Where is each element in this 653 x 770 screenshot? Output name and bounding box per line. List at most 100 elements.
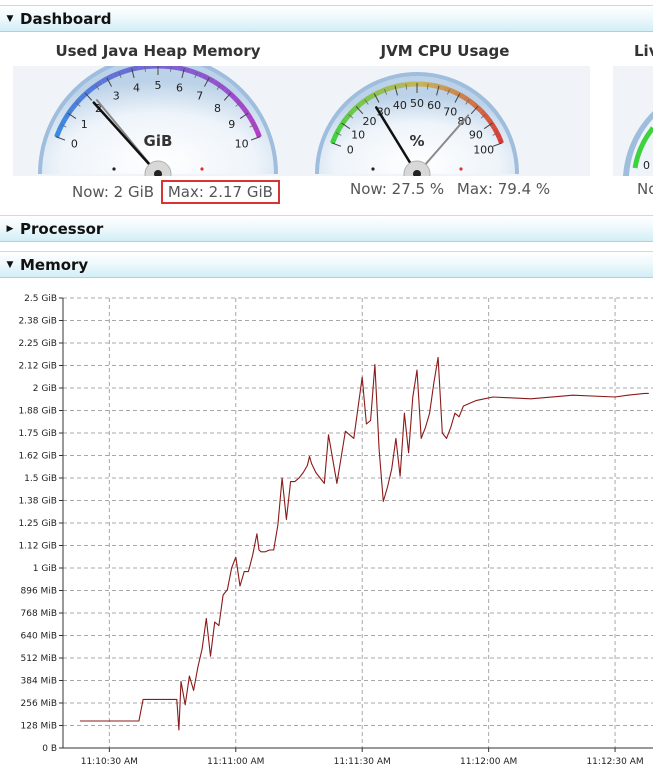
gauge-max-heap: Max: 2.17 GiB <box>160 180 280 204</box>
gauge-arc-segment <box>347 109 355 117</box>
gauge-tick-label: 10 <box>235 137 249 150</box>
gauge-arc-segment <box>201 73 210 81</box>
gauge-tick-label: 90 <box>469 128 483 141</box>
gauge-arc-segment <box>66 106 75 115</box>
section-header-memory[interactable]: ▼ Memory <box>0 251 653 278</box>
y-tick-label: 384 MiB <box>21 677 57 687</box>
gauge-arc-segment <box>467 98 475 106</box>
gauge-arc-segment <box>337 122 345 130</box>
gauge-now-heap: Now: 2 GiB <box>72 183 155 201</box>
gauge-readout-third: No <box>637 180 653 198</box>
y-tick-label: 896 MiB <box>21 587 57 597</box>
gauge-now-third: No <box>637 180 653 198</box>
gauge-dot <box>371 167 375 171</box>
y-tick-label: 640 MiB <box>21 632 57 642</box>
gauge-tick-label: 3 <box>113 89 120 102</box>
x-tick-label: 11:11:30 AM <box>334 757 391 767</box>
gauge-arc-segment <box>112 70 121 78</box>
gauge-arc-segment <box>332 131 340 140</box>
gauge-third: 0 <box>613 66 653 176</box>
gauge-tick-label: 9 <box>228 118 235 131</box>
gauge-tick-label: 4 <box>133 82 140 95</box>
triangle-right-icon[interactable]: ▶ <box>0 224 20 234</box>
gauge-arc-segment <box>330 137 337 145</box>
y-tick-label: 2.25 GiB <box>18 339 57 349</box>
gauge-arc-segment <box>223 87 232 96</box>
gauge-arc-segment <box>359 98 367 106</box>
gauge-arc-segment <box>144 66 152 70</box>
gauge-arc-segment <box>254 129 262 138</box>
y-tick-label: 768 MiB <box>21 609 57 619</box>
gauge-arc-segment <box>438 84 445 91</box>
y-tick-label: 2.38 GiB <box>18 317 57 327</box>
gauge-tick-label: 7 <box>196 89 203 102</box>
gauge-tick-label: 5 <box>155 79 162 92</box>
gauge-arc-segment <box>207 76 216 85</box>
gauge-tick-label: 0 <box>347 144 354 157</box>
y-tick-label: 1 GiB <box>33 564 57 574</box>
gauge-arc-segment <box>448 87 456 95</box>
gauge-arc-segment <box>56 123 65 132</box>
gauge-arc-segment <box>70 101 79 110</box>
gauge-title-cpu: JVM CPU Usage <box>380 42 510 60</box>
gauge-tick-label: 0 <box>643 159 650 172</box>
y-tick-label: 1.5 GiB <box>24 474 57 484</box>
gauge-title-third: Liv <box>634 42 653 60</box>
gauge-arc-segment <box>100 76 109 85</box>
gauge-arc-segment <box>479 109 487 117</box>
gauge-readout-cpu: Now: 27.5 % Max: 79.4 % <box>350 180 550 198</box>
gauge-arc-segment <box>432 83 440 90</box>
gauge-dot <box>112 167 116 171</box>
y-tick-label: 1.12 GiB <box>18 542 57 552</box>
gauge-arc-segment <box>482 113 491 121</box>
gauge-arc-segment <box>422 81 429 88</box>
gauge-arc-segment <box>131 66 139 72</box>
gauge-arc-segment <box>170 66 179 71</box>
gauge-tick-label: 20 <box>363 115 377 128</box>
gauge-arc-segment <box>251 123 260 132</box>
gauge-arc-segment <box>89 83 98 92</box>
gauge-unit-label: % <box>409 132 424 150</box>
gauge-arc-segment <box>494 131 502 140</box>
gauge-arc-segment <box>74 96 83 105</box>
gauge-arc-segment <box>443 85 451 93</box>
gauge-arc-segment <box>427 82 434 88</box>
gauge-arc-segment <box>497 137 504 145</box>
gauge-arc-segment <box>394 83 402 90</box>
gauge-arc-segment <box>492 126 500 135</box>
gauge-title-heap: Used Java Heap Memory <box>55 42 261 60</box>
gauge-arc-segment <box>106 73 115 81</box>
gauge-readout-heap: Now: 2 GiB Max: 2.17 GiB <box>72 180 280 204</box>
gauge-arc-segment <box>405 81 412 88</box>
gauge-arc-segment <box>59 117 68 127</box>
gauge-tick-label: 70 <box>443 105 457 118</box>
y-tick-label: 1.88 GiB <box>18 407 57 417</box>
triangle-down-icon[interactable]: ▼ <box>0 260 20 270</box>
y-tick-label: 128 MiB <box>21 722 57 732</box>
gauge-arc-segment <box>343 113 352 121</box>
gauge-arc-segment <box>228 91 237 101</box>
gauge-arc-segment <box>245 112 254 121</box>
y-tick-label: 1.38 GiB <box>18 497 57 507</box>
gauge-arc-segment <box>453 89 461 97</box>
gauge-tick-label: 100 <box>473 144 494 157</box>
gauge-dot <box>459 167 463 171</box>
x-tick-label: 11:12:30 AM <box>586 757 643 767</box>
section-header-dashboard[interactable]: ▼ Dashboard <box>0 5 653 32</box>
gauge-arc-segment <box>177 66 185 72</box>
section-header-processor[interactable]: ▶ Processor <box>0 215 653 242</box>
gauge-arc-segment <box>213 79 222 88</box>
gauge-arc-segment <box>94 79 103 88</box>
gauge-arc-segment <box>164 66 172 70</box>
y-tick-label: 256 MiB <box>21 699 57 709</box>
section-title-processor: Processor <box>20 219 104 238</box>
gauge-arc-segment <box>389 84 396 91</box>
triangle-down-icon[interactable]: ▼ <box>0 14 20 24</box>
y-tick-label: 2.5 GiB <box>24 294 57 304</box>
gauge-arc-segment <box>62 112 71 121</box>
gauge-tick-label: 50 <box>410 97 424 110</box>
gauge-arc-segment <box>383 85 391 93</box>
gauge-arc-segment <box>368 92 376 100</box>
series-line-heap-used <box>79 356 649 731</box>
gauge-arc-segment <box>486 117 494 126</box>
